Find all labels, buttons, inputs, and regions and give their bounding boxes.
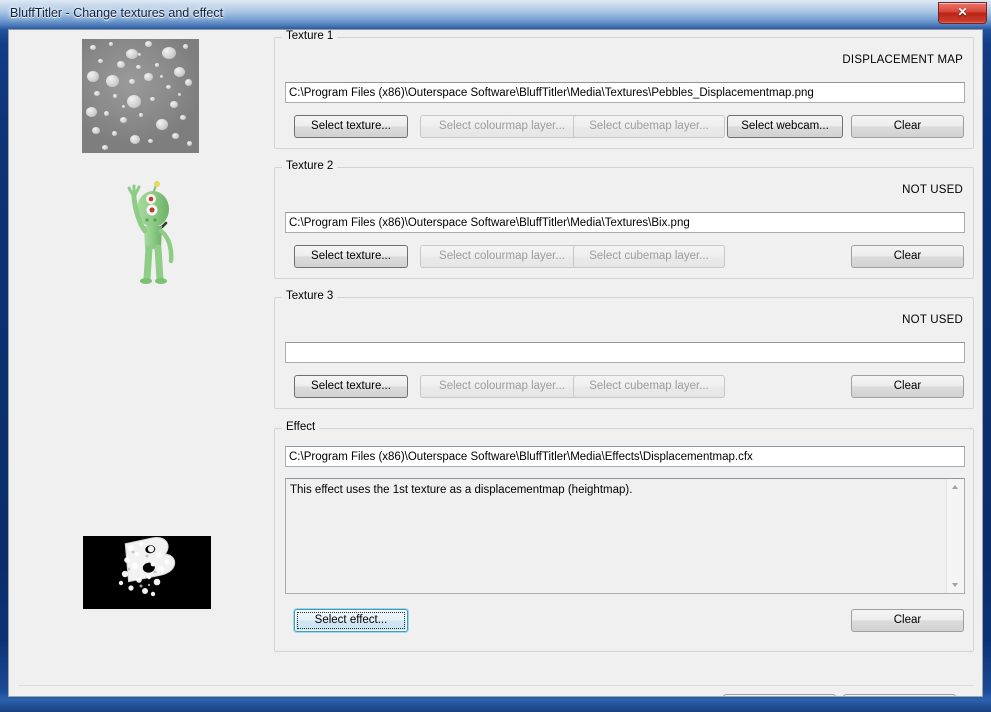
- effect-preview-image: [83, 536, 211, 609]
- texture2-select-colourmap-button: Select colourmap layer...: [420, 245, 584, 268]
- close-icon: ✕: [957, 5, 968, 19]
- texture1-status: DISPLACEMENT MAP: [842, 54, 963, 66]
- texture1-preview-image: [82, 39, 199, 153]
- select-effect-label: Select effect...: [314, 614, 388, 626]
- texture2-clear-button[interactable]: Clear: [851, 245, 964, 268]
- texture3-group: Texture 3 NOT USED Select texture... Sel…: [274, 290, 974, 409]
- effect-description-text: This effect uses the 1st texture as a di…: [290, 484, 633, 496]
- texture3-clear-button[interactable]: Clear: [851, 375, 964, 398]
- select-effect-button[interactable]: Select effect...: [294, 609, 408, 632]
- texture2-preview-image: [115, 179, 187, 285]
- texture2-select-texture-button[interactable]: Select texture...: [294, 245, 408, 268]
- texture1-group-label: Texture 1: [282, 30, 338, 42]
- effect-clear-button[interactable]: Clear: [851, 609, 964, 632]
- effect-group-label: Effect: [282, 421, 320, 433]
- effect-description-scrollbar[interactable]: [946, 479, 964, 593]
- texture3-select-texture-button[interactable]: Select texture...: [294, 375, 408, 398]
- effect-path-input[interactable]: [285, 446, 965, 467]
- texture1-clear-button[interactable]: Clear: [851, 115, 964, 138]
- scroll-up-icon[interactable]: [947, 479, 964, 496]
- texture3-select-colourmap-button: Select colourmap layer...: [420, 375, 584, 398]
- effect-description-box[interactable]: This effect uses the 1st texture as a di…: [285, 478, 965, 594]
- cancel-button[interactable]: Cancel: [843, 694, 956, 696]
- effect-group: Effect This effect uses the 1st texture …: [274, 421, 974, 652]
- ok-button[interactable]: OK: [723, 694, 836, 696]
- texture3-select-cubemap-button: Select cubemap layer...: [573, 375, 725, 398]
- dialog-window: BluffTitler - Change textures and effect…: [0, 0, 991, 712]
- texture2-status: NOT USED: [902, 184, 963, 196]
- footer-separator: [19, 685, 974, 686]
- texture3-group-label: Texture 3: [282, 290, 338, 302]
- close-button[interactable]: ✕: [938, 2, 987, 24]
- texture2-select-cubemap-button: Select cubemap layer...: [573, 245, 725, 268]
- window-title: BluffTitler - Change textures and effect: [10, 6, 224, 20]
- scroll-down-icon[interactable]: [947, 576, 964, 593]
- texture1-select-cubemap-button: Select cubemap layer...: [573, 115, 725, 138]
- title-bar: BluffTitler - Change textures and effect…: [0, 0, 991, 29]
- texture1-path-input[interactable]: [285, 82, 965, 103]
- texture2-path-input[interactable]: [285, 212, 965, 233]
- texture1-select-colourmap-button: Select colourmap layer...: [420, 115, 584, 138]
- texture1-select-webcam-button[interactable]: Select webcam...: [727, 115, 843, 138]
- dialog-client-area: Texture 1 DISPLACEMENT MAP Select textur…: [8, 29, 983, 697]
- texture2-group-label: Texture 2: [282, 160, 338, 172]
- texture3-path-input[interactable]: [285, 342, 965, 363]
- texture2-group: Texture 2 NOT USED Select texture... Sel…: [274, 160, 974, 279]
- texture1-select-texture-button[interactable]: Select texture...: [294, 115, 408, 138]
- texture1-group: Texture 1 DISPLACEMENT MAP Select textur…: [274, 30, 974, 149]
- texture3-status: NOT USED: [902, 314, 963, 326]
